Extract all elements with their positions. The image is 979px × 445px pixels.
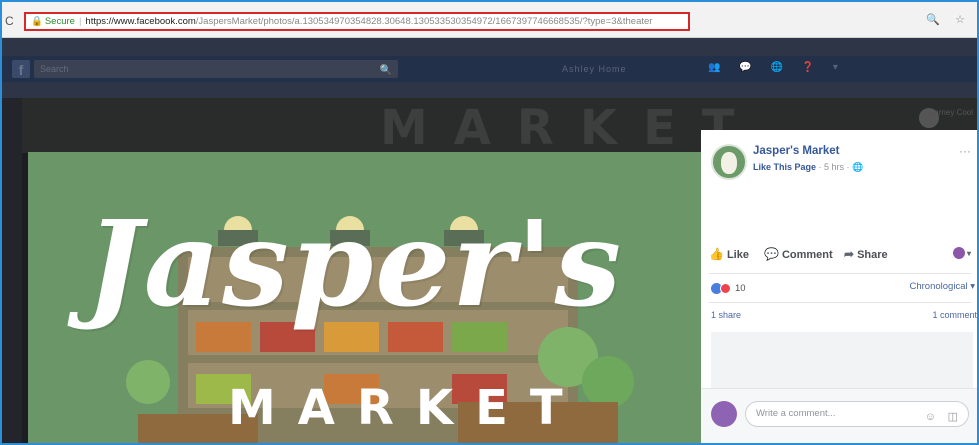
divider xyxy=(709,273,971,274)
url-input[interactable]: 🔒 Secure | https://www.facebook.com/Jaspers… xyxy=(24,12,690,31)
reload-icon[interactable]: C xyxy=(5,14,14,28)
comment-input[interactable]: Write a comment... ☺ ◫ xyxy=(745,401,969,427)
like-page-link[interactable]: Like This Page xyxy=(753,162,816,172)
comment-icon: 💬 xyxy=(764,247,779,261)
profile-reaction-icon xyxy=(952,247,965,260)
comment-count-link[interactable]: 1 comment xyxy=(932,310,977,320)
theater-photo[interactable]: Jasper's MARKET xyxy=(28,152,701,443)
post-timestamp: · 5 hrs · 🌐 xyxy=(816,162,864,172)
url-separator: | xyxy=(78,16,82,27)
search-icon[interactable]: 🔍 xyxy=(380,62,392,80)
photo-subtitle: MARKET xyxy=(228,380,585,436)
comment-placeholder: Write a comment... xyxy=(756,408,836,419)
share-label: Share xyxy=(857,249,888,261)
comment-order-dropdown[interactable]: Chronological ▾ xyxy=(910,281,976,292)
facebook-nav-icons[interactable]: 👥 💬 🌐 ❓ ▾ xyxy=(708,62,846,73)
url-path: /JaspersMarket/photos/a.130534970354828.… xyxy=(195,16,653,27)
banner-user-name: Barney Cool xyxy=(928,108,973,117)
comments-list xyxy=(711,332,973,388)
love-reaction-icon xyxy=(720,283,731,295)
avatar xyxy=(711,401,737,427)
facebook-logo-icon[interactable]: f xyxy=(12,60,30,78)
sticker-icon[interactable]: ◫ xyxy=(948,405,958,429)
share-button[interactable]: ➦ Share xyxy=(844,247,888,261)
secure-label: Secure xyxy=(44,16,75,27)
comment-composer: Write a comment... ☺ ◫ xyxy=(701,388,977,443)
facebook-nav-strip: f Search 🔍 Ashley Home 👥 💬 🌐 ❓ ▾ xyxy=(2,56,977,82)
like-label: Like xyxy=(726,249,749,261)
comment-button[interactable]: 💬 Comment xyxy=(764,247,833,261)
page-avatar[interactable] xyxy=(711,144,747,180)
browser-window: C 🔒 Secure | https://www.facebook.com/Jaspe… xyxy=(0,0,979,445)
photo-title: Jasper's xyxy=(86,194,624,333)
page-name-link[interactable]: Jasper's Market xyxy=(753,145,839,157)
lock-icon: 🔒 xyxy=(31,16,43,27)
share-count-link[interactable]: 1 share xyxy=(711,310,741,320)
address-bar: C 🔒 Secure | https://www.facebook.com/Jaspe… xyxy=(2,2,977,38)
comment-label: Comment xyxy=(781,249,833,261)
emoji-icon[interactable]: ☺ xyxy=(925,405,936,429)
post-meta: Like This Page · 5 hrs · 🌐 xyxy=(753,162,863,173)
browser-toolbar-icons[interactable]: 🔍 ☆ xyxy=(926,13,971,26)
share-icon: ➦ xyxy=(844,247,855,261)
facebook-top-bar: f Search 🔍 Ashley Home 👥 💬 🌐 ❓ ▾ xyxy=(2,38,977,98)
chevron-down-icon: ▾ xyxy=(966,249,971,258)
like-button[interactable]: 👍 Like xyxy=(709,247,749,261)
reaction-count: 10 xyxy=(735,283,746,295)
left-sidebar-dimmed xyxy=(2,98,22,443)
post-actions: 👍 Like 💬 Comment ➦ Share ▾ xyxy=(709,247,971,269)
reaction-selector[interactable]: ▾ xyxy=(952,247,971,260)
reaction-summary[interactable]: 10 xyxy=(711,280,746,296)
facebook-search-input[interactable]: Search 🔍 xyxy=(34,60,398,78)
like-icon: 👍 xyxy=(709,247,724,261)
divider xyxy=(709,302,971,303)
more-options-icon[interactable]: ··· xyxy=(959,144,971,158)
comments-panel: Jasper's Market Like This Page · 5 hrs ·… xyxy=(701,130,977,443)
search-placeholder: Search xyxy=(40,64,69,74)
url-domain: https://www.facebook.com xyxy=(85,16,196,27)
facebook-nav-links[interactable]: Ashley Home xyxy=(562,64,627,74)
